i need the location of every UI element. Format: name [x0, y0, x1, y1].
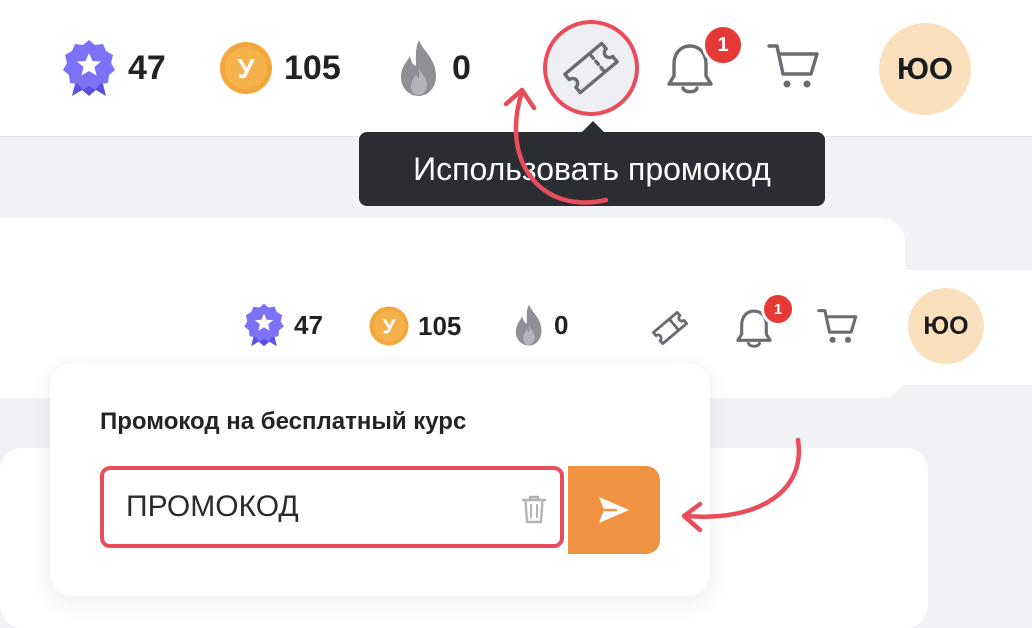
- promo-ticket-button[interactable]: [541, 18, 641, 118]
- coins-stat[interactable]: У 105: [218, 40, 341, 96]
- user-avatar-small[interactable]: ЮО: [908, 288, 984, 364]
- ticket-icon: [651, 310, 689, 346]
- promo-tooltip: Использовать промокод: [359, 121, 825, 206]
- streak-stat-small[interactable]: 0: [512, 303, 568, 347]
- promo-popup: Промокод на бесплатный курс ПРОМОКОД: [50, 364, 710, 596]
- send-arrow-icon: [599, 497, 629, 523]
- cart-button-small[interactable]: [816, 306, 860, 346]
- coin-y-icon: У: [220, 42, 272, 94]
- coins-stat-small[interactable]: У 105: [368, 305, 461, 347]
- points-value: 47: [128, 48, 166, 87]
- ticket-icon: [543, 20, 639, 116]
- trash-icon: [521, 495, 547, 524]
- top-header: 47 У 105 0 1 ЮО: [0, 0, 1032, 136]
- cart-icon: [767, 44, 819, 88]
- streak-value-small: 0: [554, 309, 569, 340]
- points-stat-small[interactable]: 47: [242, 302, 323, 348]
- medal-star-icon: [63, 40, 115, 96]
- streak-stat[interactable]: 0: [396, 38, 471, 98]
- user-avatar[interactable]: ЮО: [879, 23, 971, 115]
- popup-title: Промокод на бесплатный курс: [100, 408, 467, 435]
- points-stat[interactable]: 47: [60, 38, 166, 98]
- coins-value: 105: [284, 48, 341, 87]
- notification-badge-small: 1: [761, 292, 795, 326]
- cart-button[interactable]: [766, 40, 822, 92]
- streak-value: 0: [452, 48, 471, 87]
- coin-letter: У: [237, 53, 255, 84]
- medal-star-icon: [244, 303, 284, 347]
- coins-value-small: 105: [418, 310, 462, 341]
- promo-code-input[interactable]: ПРОМОКОД: [100, 466, 564, 548]
- cart-icon: [817, 309, 858, 343]
- points-value-small: 47: [294, 309, 323, 340]
- promo-ticket-button-small[interactable]: [644, 302, 696, 354]
- coin-y-icon: У: [369, 306, 409, 346]
- fire-icon: [401, 40, 436, 96]
- coin-letter: У: [382, 316, 396, 339]
- clear-input-button[interactable]: [520, 493, 548, 525]
- fire-icon: [515, 304, 542, 346]
- notification-badge: 1: [702, 24, 744, 66]
- submit-promo-button[interactable]: [568, 466, 660, 554]
